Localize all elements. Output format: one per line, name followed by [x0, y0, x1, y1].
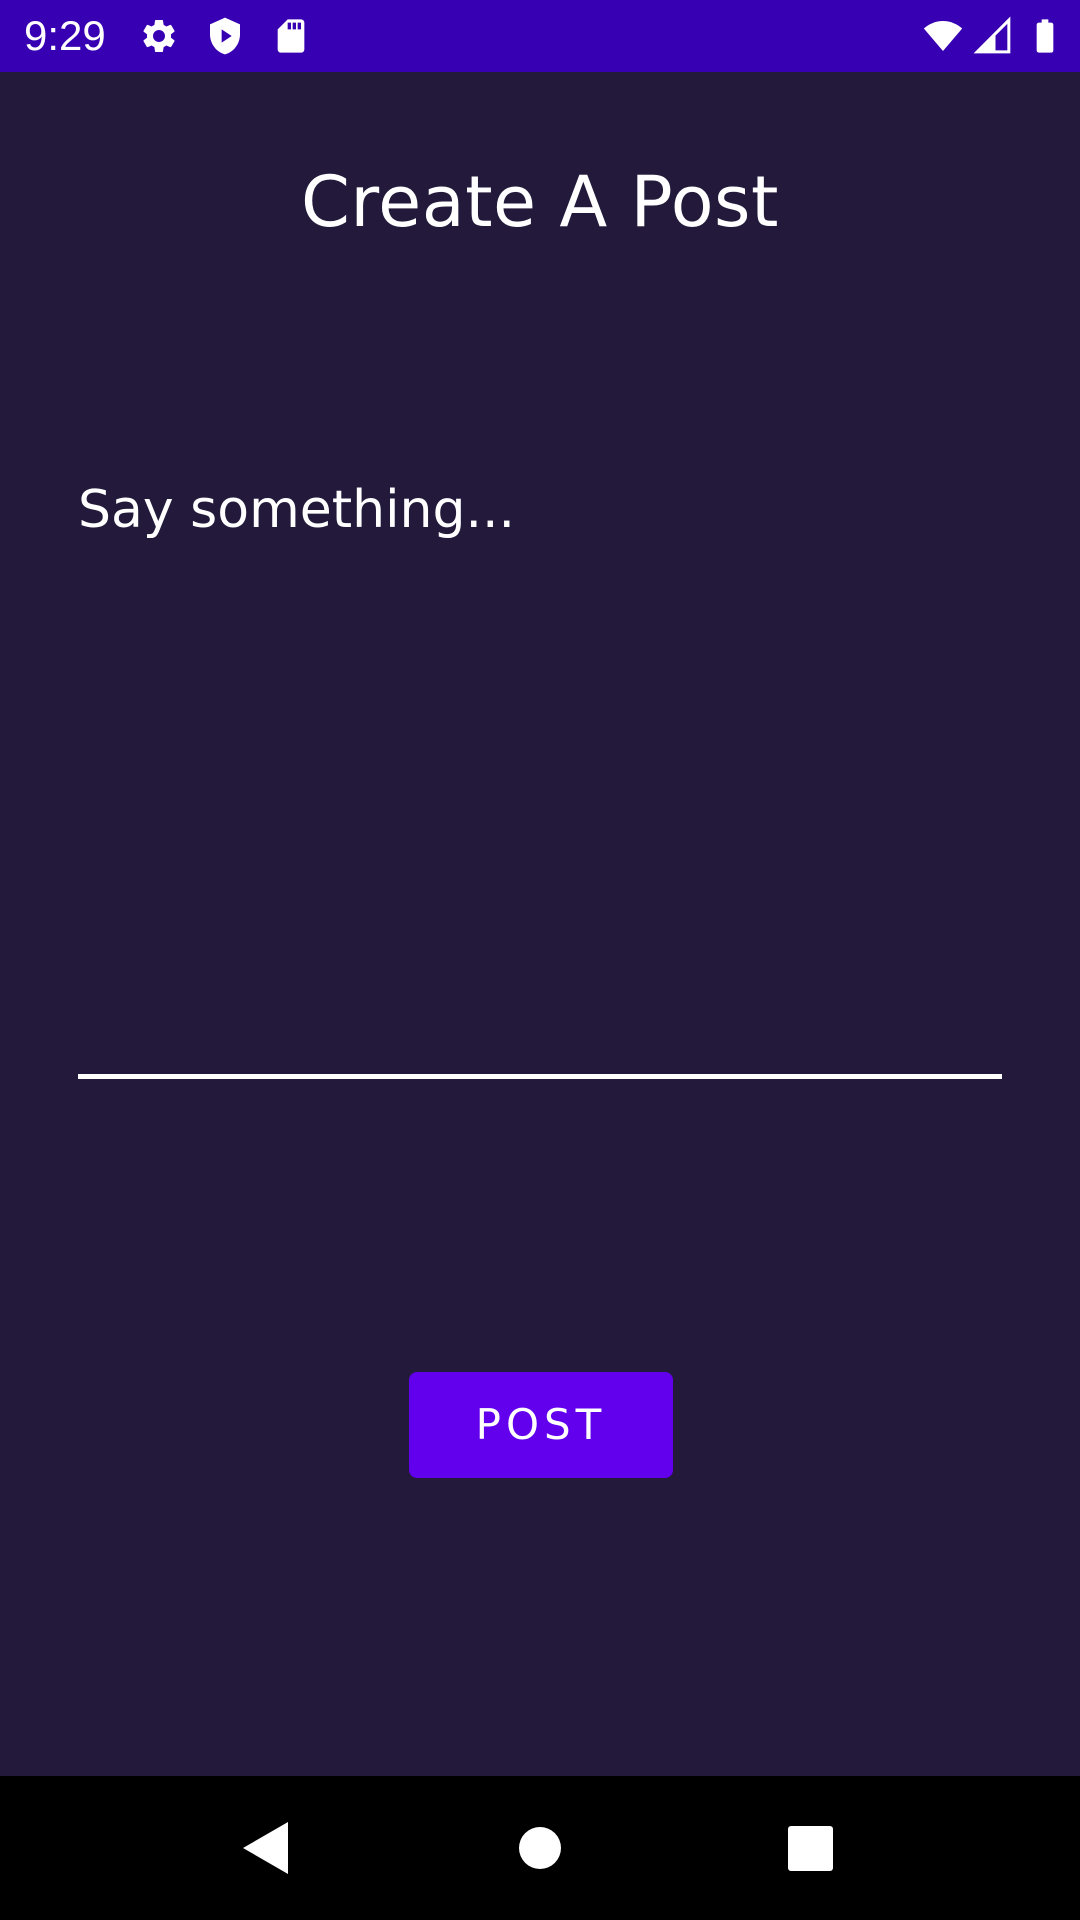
- navigation-bar: [0, 1776, 1080, 1920]
- status-time: 9:29: [24, 12, 106, 59]
- post-input-container: [78, 470, 1002, 1080]
- home-icon[interactable]: [490, 1798, 590, 1898]
- input-underline: [78, 1074, 1002, 1079]
- battery-icon: [1025, 16, 1065, 56]
- status-bar: 9:29: [0, 0, 1080, 72]
- recents-icon[interactable]: [760, 1798, 860, 1898]
- cellular-signal-icon: [973, 16, 1013, 56]
- post-button[interactable]: POST: [409, 1372, 673, 1478]
- sd-card-icon: [271, 16, 311, 56]
- back-icon[interactable]: [218, 1798, 318, 1898]
- wifi-icon: [923, 16, 963, 56]
- gear-icon: [139, 16, 179, 56]
- page-title: Create A Post: [301, 161, 779, 243]
- post-text-input[interactable]: [78, 470, 1002, 1070]
- shield-play-icon: [205, 16, 245, 56]
